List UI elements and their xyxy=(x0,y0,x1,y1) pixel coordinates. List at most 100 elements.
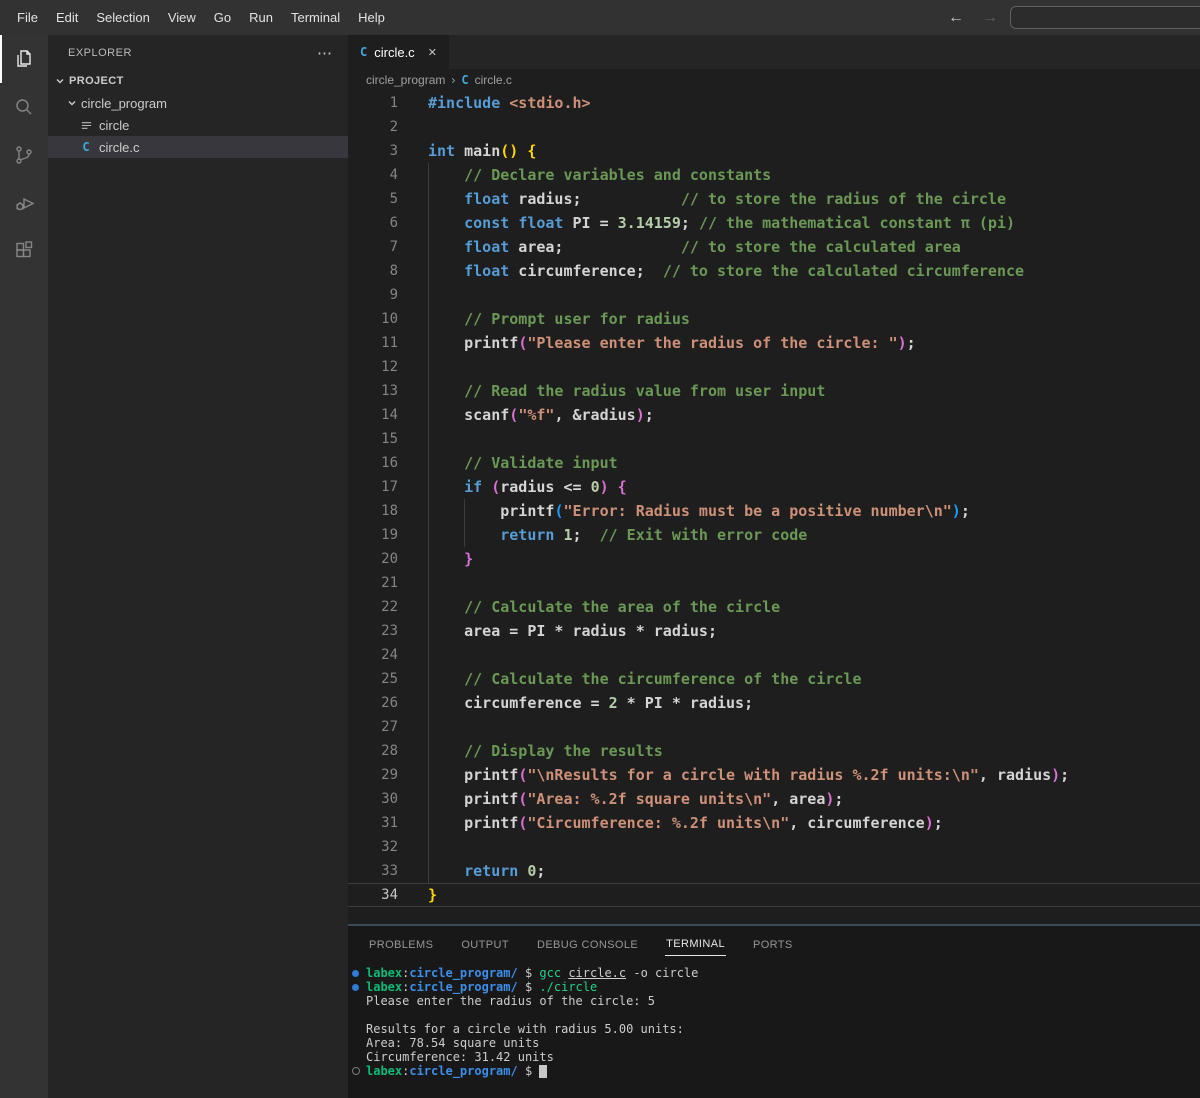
line-number: 3 xyxy=(348,143,428,159)
code-line-22[interactable]: 22 // Calculate the area of the circle xyxy=(348,595,1200,619)
code-line-31[interactable]: 31 printf("Circumference: %.2f units\n",… xyxy=(348,811,1200,835)
line-number: 19 xyxy=(348,527,428,543)
breadcrumb-file[interactable]: circle.c xyxy=(475,73,512,87)
menu-item-go[interactable]: Go xyxy=(205,0,240,35)
line-number: 12 xyxy=(348,359,428,375)
code-line-15[interactable]: 15 xyxy=(348,427,1200,451)
chevron-down-icon xyxy=(66,97,78,109)
code-line-9[interactable]: 9 xyxy=(348,283,1200,307)
line-number: 4 xyxy=(348,167,428,183)
code-line-25[interactable]: 25 // Calculate the circumference of the… xyxy=(348,667,1200,691)
breadcrumb-separator: › xyxy=(451,73,455,87)
command-search-box[interactable] xyxy=(1010,6,1200,29)
code-line-23[interactable]: 23 area = PI * radius * radius; xyxy=(348,619,1200,643)
close-icon[interactable]: ✕ xyxy=(428,46,437,59)
code-line-13[interactable]: 13 // Read the radius value from user in… xyxy=(348,379,1200,403)
breadcrumb[interactable]: circle_program › C circle.c xyxy=(348,69,1200,91)
command-decoration-outline xyxy=(352,1067,366,1075)
menu-item-terminal[interactable]: Terminal xyxy=(282,0,349,35)
terminal-line-3: Please enter the radius of the circle: 5 xyxy=(352,994,1200,1008)
c-file-icon: C xyxy=(360,45,367,59)
c-file-icon: C xyxy=(78,140,94,154)
text-file-icon xyxy=(78,119,94,132)
code-line-26[interactable]: 26 circumference = 2 * PI * radius; xyxy=(348,691,1200,715)
code-line-21[interactable]: 21 xyxy=(348,571,1200,595)
command-search-input[interactable] xyxy=(1011,7,1200,28)
code-line-14[interactable]: 14 scanf("%f", &radius); xyxy=(348,403,1200,427)
breadcrumb-folder[interactable]: circle_program xyxy=(366,73,445,87)
run-debug-icon[interactable] xyxy=(0,179,48,227)
code-line-7[interactable]: 7 float area; // to store the calculated… xyxy=(348,235,1200,259)
code-line-33[interactable]: 33 return 0; xyxy=(348,859,1200,883)
line-number: 5 xyxy=(348,191,428,207)
menu-bar: FileEditSelectionViewGoRunTerminalHelp xyxy=(0,0,394,35)
explorer-more-actions-icon[interactable]: ⋯ xyxy=(317,44,332,62)
line-number: 25 xyxy=(348,671,428,687)
tab-circle-c[interactable]: C circle.c ✕ xyxy=(348,35,449,69)
code-line-20[interactable]: 20 } xyxy=(348,547,1200,571)
code-line-10[interactable]: 10 // Prompt user for radius xyxy=(348,307,1200,331)
chevron-down-icon xyxy=(54,75,66,87)
panel-tab-bar: PROBLEMS OUTPUT DEBUG CONSOLE TERMINAL PORTS xyxy=(348,926,1200,960)
menu-item-edit[interactable]: Edit xyxy=(47,0,87,35)
line-number: 16 xyxy=(348,455,428,471)
source-control-icon[interactable] xyxy=(0,131,48,179)
terminal-line-8: labex:circle_program/ $ xyxy=(352,1064,1200,1078)
panel-tab-debug-console[interactable]: DEBUG CONSOLE xyxy=(536,931,639,956)
code-line-4[interactable]: 4 // Declare variables and constants xyxy=(348,163,1200,187)
panel-tab-problems[interactable]: PROBLEMS xyxy=(368,931,434,956)
code-line-11[interactable]: 11 printf("Please enter the radius of th… xyxy=(348,331,1200,355)
panel-tab-output[interactable]: OUTPUT xyxy=(460,931,510,956)
code-line-6[interactable]: 6 const float PI = 3.14159; // the mathe… xyxy=(348,211,1200,235)
nav-back-icon[interactable]: ← xyxy=(948,0,964,35)
tree-file-circle[interactable]: circle xyxy=(48,114,348,136)
terminal[interactable]: labex:circle_program/ $ gcc circle.c -o … xyxy=(348,966,1200,1078)
line-number: 10 xyxy=(348,311,428,327)
explorer-icon[interactable] xyxy=(0,35,48,83)
code-line-2[interactable]: 2 xyxy=(348,115,1200,139)
search-icon[interactable] xyxy=(0,83,48,131)
code-line-32[interactable]: 32 xyxy=(348,835,1200,859)
line-number: 22 xyxy=(348,599,428,615)
menu-item-help[interactable]: Help xyxy=(349,0,394,35)
line-number: 1 xyxy=(348,95,428,111)
line-number: 28 xyxy=(348,743,428,759)
code-line-18[interactable]: 18 printf("Error: Radius must be a posit… xyxy=(348,499,1200,523)
line-number: 29 xyxy=(348,767,428,783)
panel-tab-terminal[interactable]: TERMINAL xyxy=(665,930,726,956)
nav-forward-icon[interactable]: → xyxy=(982,0,998,35)
file-label: circle xyxy=(99,118,129,133)
code-line-19[interactable]: 19 return 1; // Exit with error code xyxy=(348,523,1200,547)
code-line-5[interactable]: 5 float radius; // to store the radius o… xyxy=(348,187,1200,211)
menu-item-view[interactable]: View xyxy=(159,0,205,35)
line-number: 30 xyxy=(348,791,428,807)
menu-item-file[interactable]: File xyxy=(8,0,47,35)
panel-tab-ports[interactable]: PORTS xyxy=(752,931,794,956)
code-area[interactable]: 1#include <stdio.h>23int main() {4 // De… xyxy=(348,91,1200,907)
code-line-3[interactable]: 3int main() { xyxy=(348,139,1200,163)
code-line-16[interactable]: 16 // Validate input xyxy=(348,451,1200,475)
command-decoration-filled xyxy=(352,970,366,977)
menu-item-run[interactable]: Run xyxy=(240,0,282,35)
tree-root-project[interactable]: PROJECT xyxy=(48,70,348,92)
code-line-30[interactable]: 30 printf("Area: %.2f square units\n", a… xyxy=(348,787,1200,811)
code-line-8[interactable]: 8 float circumference; // to store the c… xyxy=(348,259,1200,283)
code-line-28[interactable]: 28 // Display the results xyxy=(348,739,1200,763)
tree-folder-circle-program[interactable]: circle_program xyxy=(48,92,348,114)
line-number: 33 xyxy=(348,863,428,879)
tree-file-circle-c[interactable]: C circle.c xyxy=(48,136,348,158)
explorer-sidebar: EXPLORER ⋯ PROJECT circle_program circle xyxy=(48,35,348,1098)
code-line-27[interactable]: 27 xyxy=(348,715,1200,739)
line-number: 31 xyxy=(348,815,428,831)
code-line-17[interactable]: 17 if (radius <= 0) { xyxy=(348,475,1200,499)
code-line-34[interactable]: 34} xyxy=(348,883,1200,907)
extensions-icon[interactable] xyxy=(0,227,48,275)
explorer-header: EXPLORER ⋯ xyxy=(48,35,348,70)
line-number: 18 xyxy=(348,503,428,519)
code-line-12[interactable]: 12 xyxy=(348,355,1200,379)
code-line-29[interactable]: 29 printf("\nResults for a circle with r… xyxy=(348,763,1200,787)
terminal-line-7: Circumference: 31.42 units xyxy=(352,1050,1200,1064)
code-line-24[interactable]: 24 xyxy=(348,643,1200,667)
code-line-1[interactable]: 1#include <stdio.h> xyxy=(348,91,1200,115)
menu-item-selection[interactable]: Selection xyxy=(87,0,158,35)
